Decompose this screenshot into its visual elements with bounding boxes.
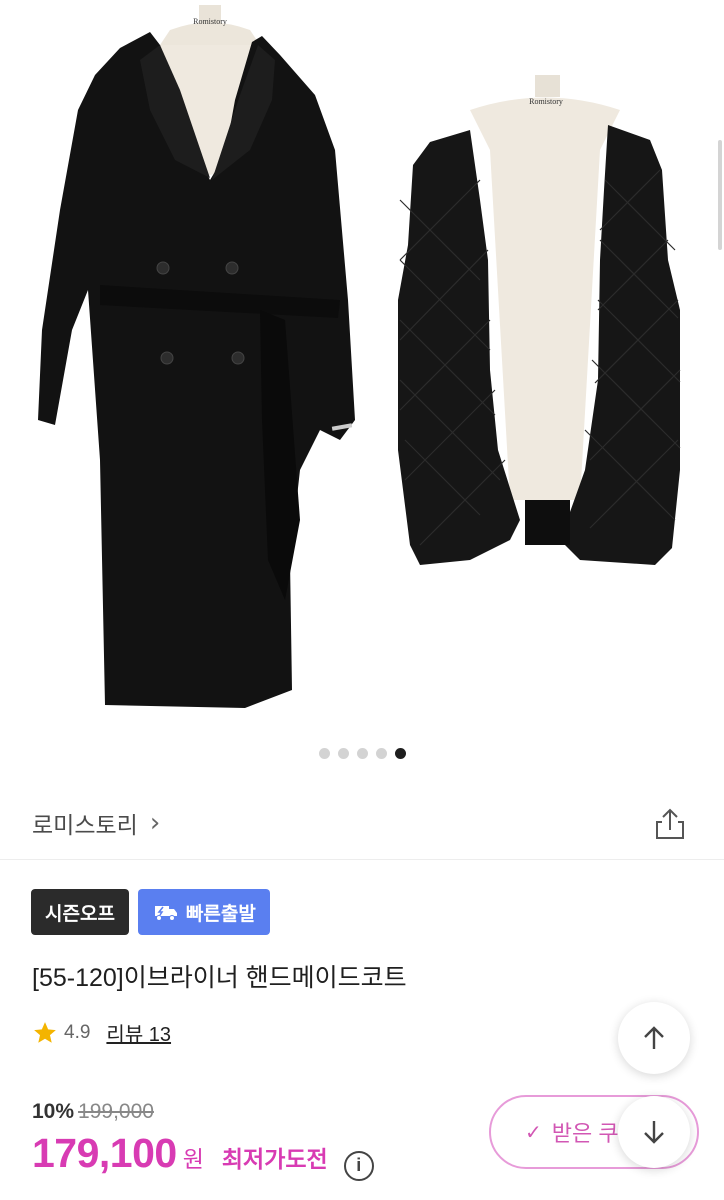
mannequin-tag-2: Romistory xyxy=(529,97,563,106)
product-badges: 시즌오프 빠른출발 xyxy=(31,889,270,935)
sale-price: 179,100 xyxy=(32,1130,177,1176)
fast-delivery-label: 빠른출발 xyxy=(185,903,256,925)
pagination-dot[interactable] xyxy=(356,748,368,759)
review-link[interactable]: 리뷰 13 xyxy=(106,1018,171,1047)
coupon-label: 받은 쿠 xyxy=(551,1121,619,1146)
lowest-price-challenge: 최저가도전 xyxy=(221,1146,328,1172)
pagination-dot[interactable] xyxy=(337,748,349,759)
fast-delivery-badge: 빠른출발 xyxy=(137,889,270,935)
pagination-dot[interactable] xyxy=(375,748,387,759)
pagination-dot-active[interactable] xyxy=(394,748,406,759)
rating-row: 4.9 리뷰 13 xyxy=(32,1018,171,1047)
mannequin-tag: Romistory xyxy=(193,17,227,26)
scroll-down-button[interactable] xyxy=(618,1096,690,1168)
pagination-dot[interactable] xyxy=(318,748,330,759)
brand-name: 로미스토리 xyxy=(32,812,138,838)
lightning-truck-icon xyxy=(154,906,177,921)
gallery-pagination xyxy=(0,748,724,759)
product-image-gallery[interactable]: Romistory Romistory xyxy=(0,0,724,790)
arrow-down-icon xyxy=(644,1121,664,1144)
season-off-badge: 시즌오프 xyxy=(31,889,129,935)
scroll-up-button[interactable] xyxy=(618,1002,690,1074)
brand-link[interactable]: 로미스토리 › xyxy=(32,806,160,840)
discount-row: 10% 199,000 xyxy=(32,1100,154,1124)
season-off-label: 시즌오프 xyxy=(45,903,115,925)
arrow-up-icon xyxy=(644,1026,664,1049)
rating-value: 4.9 xyxy=(64,1021,91,1043)
original-price: 199,000 xyxy=(78,1100,154,1123)
product-image: Romistory Romistory xyxy=(38,5,681,708)
product-title: [55-120]이브라이너 핸드메이드코트 xyxy=(32,964,407,992)
chevron-right-icon: › xyxy=(149,808,161,838)
price-row: 179,100 원 최저가도전 i xyxy=(32,1130,374,1181)
share-button[interactable] xyxy=(650,804,690,844)
currency-label: 원 xyxy=(182,1146,204,1172)
info-icon[interactable]: i xyxy=(343,1150,374,1181)
discount-rate: 10% xyxy=(32,1100,75,1123)
check-icon: ✓ xyxy=(525,1121,542,1144)
brand-row: 로미스토리 › xyxy=(0,790,724,860)
share-icon xyxy=(656,808,684,839)
star-icon xyxy=(34,1021,56,1043)
scrollbar-thumb[interactable] xyxy=(718,140,722,250)
